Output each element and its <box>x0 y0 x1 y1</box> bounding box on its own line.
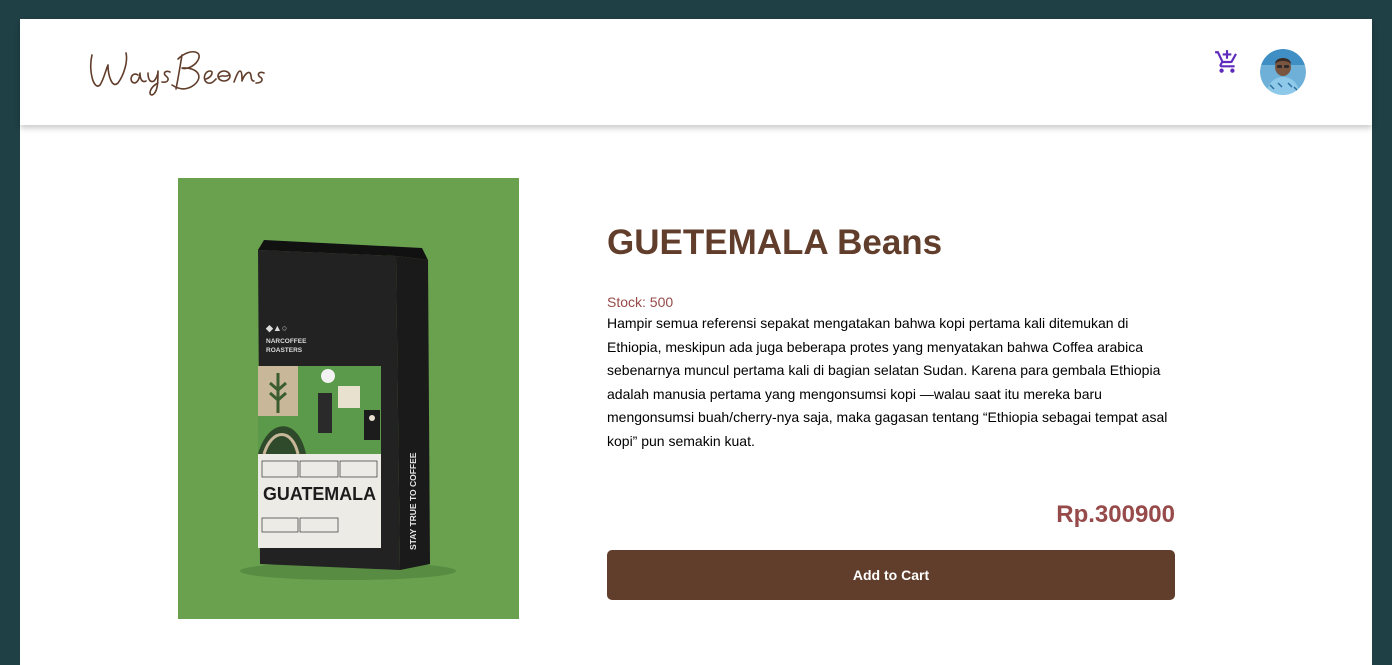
cart-plus-icon <box>1215 50 1237 73</box>
user-avatar-image <box>1260 49 1306 95</box>
product-details: GUETEMALA Beans Stock: 500 Hampir semua … <box>607 219 1175 454</box>
svg-text:◆▲○: ◆▲○ <box>265 323 287 333</box>
bag-side-text: STAY TRUE TO COFFEE <box>408 452 418 550</box>
waysbeans-logo[interactable] <box>86 41 276 101</box>
product-title: GUETEMALA Beans <box>607 223 943 262</box>
product-image: ◆▲○ NARCOFFEE ROASTERS GUATEMALA STAY TR… <box>178 178 519 619</box>
add-to-cart-button[interactable]: Add to Cart <box>607 550 1175 600</box>
coffee-bag-illustration: ◆▲○ NARCOFFEE ROASTERS GUATEMALA STAY TR… <box>240 240 456 580</box>
bag-brand-line1: NARCOFFEE <box>266 338 307 345</box>
product-price: Rp.300900 <box>1056 501 1175 528</box>
bag-origin-text: GUATEMALA <box>263 484 376 504</box>
product-description: Hampir semua referensi sepakat mengataka… <box>607 315 1168 449</box>
user-avatar[interactable] <box>1260 49 1306 95</box>
bag-brand-line2: ROASTERS <box>266 347 303 354</box>
cart-button[interactable] <box>1214 49 1240 75</box>
product-stock: Stock: 500 <box>607 294 674 310</box>
navbar <box>20 19 1372 125</box>
page-frame: ◆▲○ NARCOFFEE ROASTERS GUATEMALA STAY TR… <box>20 19 1372 665</box>
